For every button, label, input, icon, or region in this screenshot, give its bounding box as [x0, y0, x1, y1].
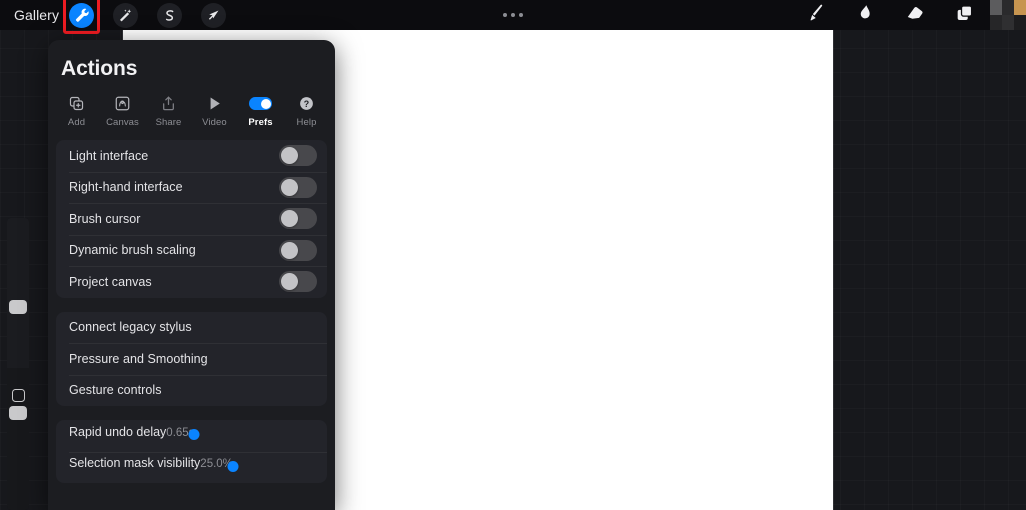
tab-video[interactable]: Video — [192, 94, 237, 128]
color-swatch[interactable] — [990, 0, 1026, 30]
smudge-tool-button[interactable] — [840, 0, 890, 30]
tab-video-label: Video — [202, 117, 227, 128]
add-square-icon — [68, 94, 85, 113]
s-curve-icon — [162, 6, 177, 25]
row-label: Right-hand interface — [69, 180, 183, 195]
layers-tool-button[interactable] — [940, 0, 990, 30]
toolbar-left-group: Gallery — [0, 0, 245, 34]
selection-mask-visibility-knob[interactable] — [227, 460, 239, 472]
row-label: Dynamic brush scaling — [69, 243, 196, 258]
slider-label: Rapid undo delay — [69, 424, 167, 439]
row-label: Light interface — [69, 148, 149, 163]
panel-title: Actions — [61, 57, 138, 80]
left-edge-sidebar — [7, 218, 29, 510]
square-outline-icon[interactable] — [12, 389, 25, 402]
eraser-icon — [904, 2, 926, 29]
selection-tool-button[interactable] — [157, 2, 183, 28]
row-brush-cursor[interactable]: Brush cursor — [56, 203, 327, 235]
dynamic-brush-scaling-toggle[interactable] — [279, 239, 317, 261]
tab-canvas-label: Canvas — [106, 117, 139, 128]
brush-icon — [804, 2, 826, 29]
tab-help[interactable]: ? Help — [284, 94, 329, 128]
row-label: Connect legacy stylus — [69, 320, 192, 335]
question-mark-icon: ? — [298, 94, 315, 113]
brush-size-slider[interactable] — [7, 218, 29, 368]
row-right-hand-interface[interactable]: Right-hand interface — [56, 171, 327, 204]
tab-add[interactable]: Add — [54, 94, 99, 128]
slider-label: Selection mask visibility — [69, 456, 201, 471]
magic-wand-icon — [118, 6, 133, 25]
canvas-icon — [114, 94, 131, 113]
tab-help-label: Help — [296, 117, 317, 128]
actions-tool-button[interactable] — [63, 0, 101, 34]
row-label: Pressure and Smoothing — [69, 351, 208, 366]
brush-opacity-handle[interactable] — [9, 406, 27, 420]
preferences-toggle-group: Light interface Right-hand interface Bru… — [56, 140, 327, 298]
menu-item-connect-legacy-stylus[interactable]: Connect legacy stylus — [56, 312, 327, 344]
tab-add-label: Add — [67, 117, 86, 128]
row-project-canvas[interactable]: Project canvas — [56, 266, 327, 298]
row-label: Brush cursor — [69, 211, 141, 226]
right-hand-interface-toggle[interactable] — [279, 176, 317, 198]
project-canvas-toggle[interactable] — [279, 271, 317, 293]
preferences-slider-group: Rapid undo delay 0.65s Selection mask vi… — [56, 420, 327, 483]
gallery-button[interactable]: Gallery — [0, 0, 69, 30]
tab-share[interactable]: Share — [146, 94, 191, 128]
slider-rapid-undo-delay: Rapid undo delay 0.65s — [56, 420, 327, 452]
smudge-icon — [854, 2, 876, 29]
top-toolbar: Gallery — [0, 0, 1026, 34]
actions-panel: Actions Add Canvas Share Video Prefs ? H… — [48, 40, 335, 510]
tab-prefs-label: Prefs — [248, 117, 273, 128]
transform-tool-button[interactable] — [201, 2, 227, 28]
swatch-cell — [1014, 15, 1026, 30]
row-label: Project canvas — [69, 274, 152, 289]
play-icon — [206, 94, 223, 113]
tab-prefs[interactable]: Prefs — [238, 94, 283, 128]
toolbar-right-group — [790, 0, 1026, 30]
row-label: Gesture controls — [69, 383, 162, 398]
layers-icon — [954, 2, 976, 29]
toggle-on-icon — [249, 94, 272, 113]
swatch-cell — [990, 15, 1002, 30]
light-interface-toggle[interactable] — [279, 145, 317, 167]
row-light-interface[interactable]: Light interface — [56, 140, 327, 172]
ellipsis-icon[interactable] — [497, 7, 529, 23]
adjustments-tool-button[interactable] — [113, 2, 139, 28]
row-dynamic-brush-scaling[interactable]: Dynamic brush scaling — [56, 234, 327, 267]
brush-cursor-toggle[interactable] — [279, 208, 317, 230]
brush-size-handle[interactable] — [9, 300, 27, 314]
preferences-menu-group: Connect legacy stylus Pressure and Smoot… — [56, 311, 327, 407]
swatch-cell — [990, 0, 1002, 15]
paint-tool-button[interactable] — [790, 0, 840, 30]
arrow-icon — [206, 6, 221, 25]
svg-text:?: ? — [304, 99, 309, 109]
tab-share-label: Share — [155, 117, 182, 128]
share-icon — [160, 94, 177, 113]
swatch-cell — [1014, 0, 1026, 15]
swatch-cell — [1002, 15, 1014, 30]
swatch-cell — [1002, 0, 1014, 15]
menu-item-pressure-and-smoothing[interactable]: Pressure and Smoothing — [56, 343, 327, 375]
erase-tool-button[interactable] — [890, 0, 940, 30]
wrench-icon — [74, 6, 90, 25]
panel-tab-bar: Add Canvas Share Video Prefs ? Help — [48, 81, 335, 128]
rapid-undo-delay-knob[interactable] — [188, 429, 200, 441]
procreate-app-window: Gallery Actions Add Canvas Share Video P… — [0, 0, 1026, 510]
menu-item-gesture-controls[interactable]: Gesture controls — [56, 374, 327, 407]
tab-canvas[interactable]: Canvas — [100, 94, 145, 128]
slider-selection-mask-visibility: Selection mask visibility 25.0% — [56, 451, 327, 484]
